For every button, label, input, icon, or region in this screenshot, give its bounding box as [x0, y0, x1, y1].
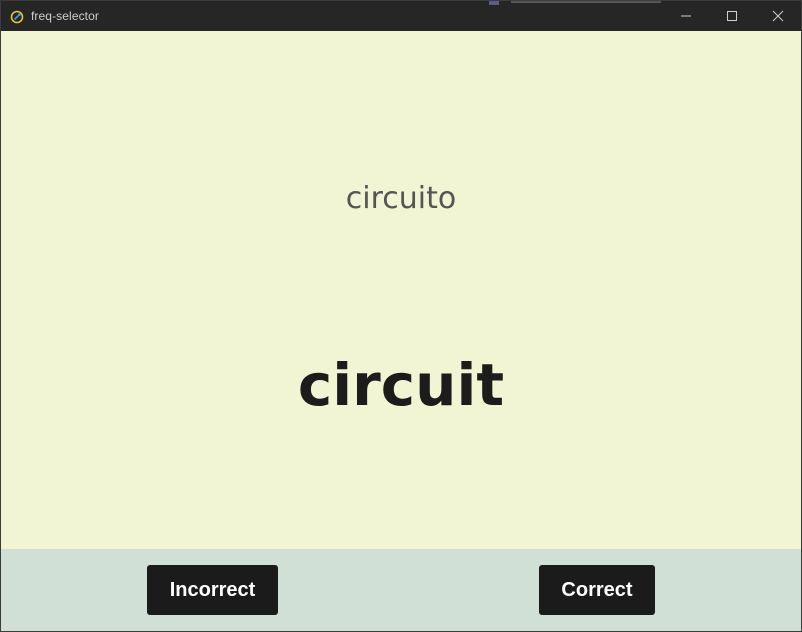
correct-button[interactable]: Correct: [539, 565, 655, 615]
prompt-word: circuito: [345, 181, 457, 216]
answer-word: circuit: [297, 351, 505, 419]
close-button[interactable]: [755, 1, 801, 31]
maximize-icon: [727, 11, 737, 21]
window-title: freq-selector: [31, 9, 99, 23]
app-logo-icon: [10, 9, 24, 24]
action-bar: Incorrect Correct: [1, 549, 801, 631]
flashcard: circuito circuit: [1, 31, 801, 549]
title-bar[interactable]: freq-selector: [1, 1, 801, 31]
maximize-button[interactable]: [709, 1, 755, 31]
app-window: freq-selector circuito circuit Incorrect…: [0, 0, 802, 632]
minimize-button[interactable]: [663, 1, 709, 31]
incorrect-button[interactable]: Incorrect: [147, 565, 278, 615]
minimize-icon: [681, 15, 691, 17]
close-icon: [772, 10, 784, 22]
window-controls: [663, 1, 801, 31]
background-window-edge: [487, 1, 667, 6]
